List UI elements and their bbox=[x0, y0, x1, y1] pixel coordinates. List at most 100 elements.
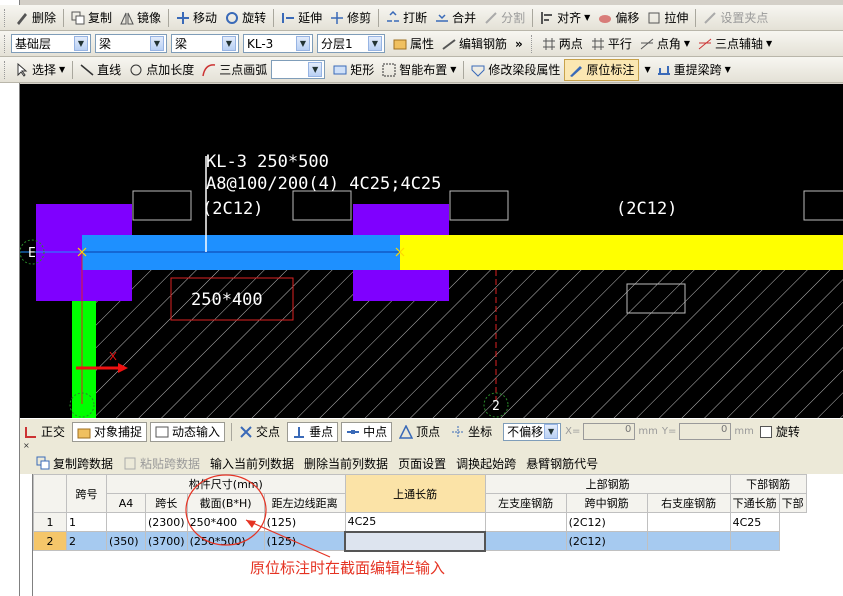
element-type-select[interactable]: 梁 ▼ bbox=[95, 34, 167, 53]
object-snap-toggle[interactable]: 对象捕捉 bbox=[72, 421, 148, 442]
merge-button[interactable]: 合并 bbox=[431, 7, 480, 29]
cell-left-support[interactable] bbox=[484, 531, 567, 551]
cell-left-support[interactable] bbox=[484, 512, 567, 532]
cell-span[interactable]: 1 bbox=[66, 512, 107, 532]
three-point-arc-button[interactable]: 三点画弧 bbox=[198, 59, 271, 81]
stretch-button[interactable]: 拉伸 bbox=[643, 7, 692, 29]
trim-button[interactable]: 修剪 bbox=[326, 7, 375, 29]
snap-icon bbox=[77, 425, 91, 439]
offset-button[interactable]: 偏移 bbox=[594, 7, 643, 29]
toolbar-grip[interactable] bbox=[4, 8, 8, 27]
extend-button[interactable]: 延伸 bbox=[277, 7, 326, 29]
relift-span-button[interactable]: 重提梁跨 ▼ bbox=[653, 59, 735, 81]
row-number[interactable]: 1 bbox=[33, 512, 67, 532]
vertex-snap[interactable]: 顶点 bbox=[395, 422, 444, 442]
chevron-down-icon: ▼ bbox=[74, 36, 88, 51]
cell-top-through[interactable]: 4C25 bbox=[344, 512, 486, 532]
ortho-icon bbox=[24, 425, 38, 439]
intersection-snap[interactable]: 交点 bbox=[235, 422, 284, 442]
cantilever-code-button[interactable]: 悬臂钢筋代号 bbox=[526, 455, 598, 472]
arc-mode-select[interactable]: ▼ bbox=[271, 60, 326, 79]
table-row[interactable]: 1 1 (2300) 250*400 (125) 4C25 (2C12) 4C2… bbox=[33, 512, 807, 532]
bottom-rebar-header: 下部钢筋 bbox=[729, 474, 807, 494]
cell-mid-span[interactable]: (2C12) bbox=[565, 512, 648, 532]
cell-right-support[interactable] bbox=[646, 512, 731, 532]
cell-section[interactable]: 250*400 bbox=[186, 512, 265, 532]
coordinate-snap[interactable]: 坐标 bbox=[447, 422, 496, 442]
cursor-icon bbox=[15, 62, 29, 77]
modify-span-button[interactable]: 修改梁段属性 bbox=[467, 59, 564, 81]
point-length-button[interactable]: 点加长度 bbox=[125, 59, 198, 81]
paste-span-button[interactable]: 粘贴跨数据 bbox=[123, 455, 200, 472]
cell-a4[interactable]: (350) bbox=[106, 531, 146, 551]
cell-bottom-through[interactable]: 4C25 bbox=[729, 512, 780, 532]
in-situ-annotation-button[interactable]: 原位标注 bbox=[564, 58, 640, 81]
cell-top-through[interactable] bbox=[344, 530, 487, 552]
cell-length[interactable]: (2300) bbox=[145, 512, 188, 532]
point-angle-icon bbox=[640, 37, 654, 51]
cell-mid-span[interactable]: (2C12) bbox=[565, 531, 648, 551]
floor-select[interactable]: 基础层 ▼ bbox=[11, 34, 91, 53]
rectangle-button[interactable]: 矩形 bbox=[329, 59, 378, 81]
a4-header: A4 bbox=[106, 493, 146, 513]
offset-mode-select[interactable]: 不偏移 ▼ bbox=[503, 422, 562, 441]
rotate-checkbox[interactable] bbox=[759, 425, 772, 438]
in-situ-dropdown[interactable]: ▼ bbox=[639, 59, 652, 81]
rotate-button[interactable]: 旋转 bbox=[221, 7, 270, 29]
edit-rebar-button[interactable]: 编辑钢筋 bbox=[438, 33, 511, 55]
copy-span-button[interactable]: 复制跨数据 bbox=[36, 455, 113, 472]
property-button[interactable]: 属性 bbox=[389, 33, 438, 55]
drawing-canvas[interactable]: KL-3 250*500 A8@100/200(4) 4C25;4C25 (2C… bbox=[20, 84, 843, 418]
toolbar-grip[interactable] bbox=[4, 34, 8, 53]
cell-section[interactable]: (250*500) bbox=[186, 531, 265, 551]
three-point-axis-button[interactable]: 三点辅轴 ▼ bbox=[694, 33, 776, 55]
cell-distance[interactable]: (125) bbox=[263, 512, 346, 532]
select-button[interactable]: 选择 ▼ bbox=[11, 59, 69, 81]
delete-column-button[interactable]: 删除当前列数据 bbox=[304, 455, 388, 472]
stirrup-label: A8@100/200(4) 4C25;4C25 bbox=[206, 174, 441, 194]
x-coordinate-input[interactable]: 0 bbox=[583, 423, 636, 440]
cell-right-support[interactable] bbox=[646, 531, 731, 551]
cell-length[interactable]: (3700) bbox=[145, 531, 188, 551]
parallel-button[interactable]: 平行 bbox=[587, 33, 636, 55]
element-subtype-select[interactable]: 梁 ▼ bbox=[171, 34, 239, 53]
ortho-toggle[interactable]: 正交 bbox=[20, 422, 69, 442]
mirror-button[interactable]: 镜像 bbox=[116, 7, 165, 29]
cell-a4[interactable] bbox=[106, 512, 146, 532]
delete-button[interactable]: 删除 bbox=[11, 7, 60, 29]
smart-layout-button[interactable]: 智能布置 ▼ bbox=[378, 59, 460, 81]
copy-button[interactable]: 复制 bbox=[67, 7, 116, 29]
sublayer-select[interactable]: 分层1 ▼ bbox=[317, 34, 385, 53]
point-angle-button[interactable]: 点角 ▼ bbox=[636, 33, 694, 55]
page-setup-button[interactable]: 页面设置 bbox=[398, 455, 446, 472]
y-coordinate-input[interactable]: 0 bbox=[679, 423, 732, 440]
line-button[interactable]: 直线 bbox=[76, 59, 125, 81]
toolbar-grip[interactable] bbox=[4, 60, 8, 79]
grip-icon bbox=[703, 11, 717, 25]
element-name-select[interactable]: KL-3 ▼ bbox=[243, 34, 313, 53]
two-point-button[interactable]: 两点 bbox=[538, 33, 587, 55]
close-icon[interactable]: × bbox=[23, 441, 30, 450]
input-column-button[interactable]: 输入当前列数据 bbox=[210, 455, 294, 472]
perpendicular-snap[interactable]: 垂点 bbox=[287, 421, 339, 442]
beam-span-2[interactable] bbox=[400, 235, 843, 270]
cell-bottom-through[interactable] bbox=[729, 531, 780, 551]
align-icon bbox=[540, 11, 554, 25]
set-grip-button[interactable]: 设置夹点 bbox=[699, 7, 772, 29]
table-row[interactable]: 2 2 (350) (3700) (250*500) (125) (2C12) bbox=[33, 530, 807, 552]
cell-distance[interactable]: (125) bbox=[263, 531, 346, 551]
align-button[interactable]: 对齐 ▼ bbox=[536, 7, 594, 29]
toolbar-grip[interactable] bbox=[530, 34, 535, 53]
left-support-header: 左支座钢筋 bbox=[484, 493, 567, 513]
chevron-down-icon: ▼ bbox=[296, 36, 310, 51]
cell-span[interactable]: 2 bbox=[66, 531, 107, 551]
toolbar-overflow-button[interactable]: » bbox=[511, 33, 527, 55]
row-number[interactable]: 2 bbox=[33, 531, 67, 551]
drawing-svg[interactable]: KL-3 250*500 A8@100/200(4) 4C25;4C25 (2C… bbox=[20, 84, 843, 418]
swap-start-span-button[interactable]: 调换起始跨 bbox=[456, 455, 516, 472]
move-button[interactable]: 移动 bbox=[172, 7, 221, 29]
break-button[interactable]: 打断 bbox=[382, 7, 431, 29]
midpoint-snap[interactable]: 中点 bbox=[341, 421, 393, 442]
split-button[interactable]: 分割 bbox=[480, 7, 529, 29]
dynamic-input-toggle[interactable]: 动态输入 bbox=[150, 421, 226, 442]
